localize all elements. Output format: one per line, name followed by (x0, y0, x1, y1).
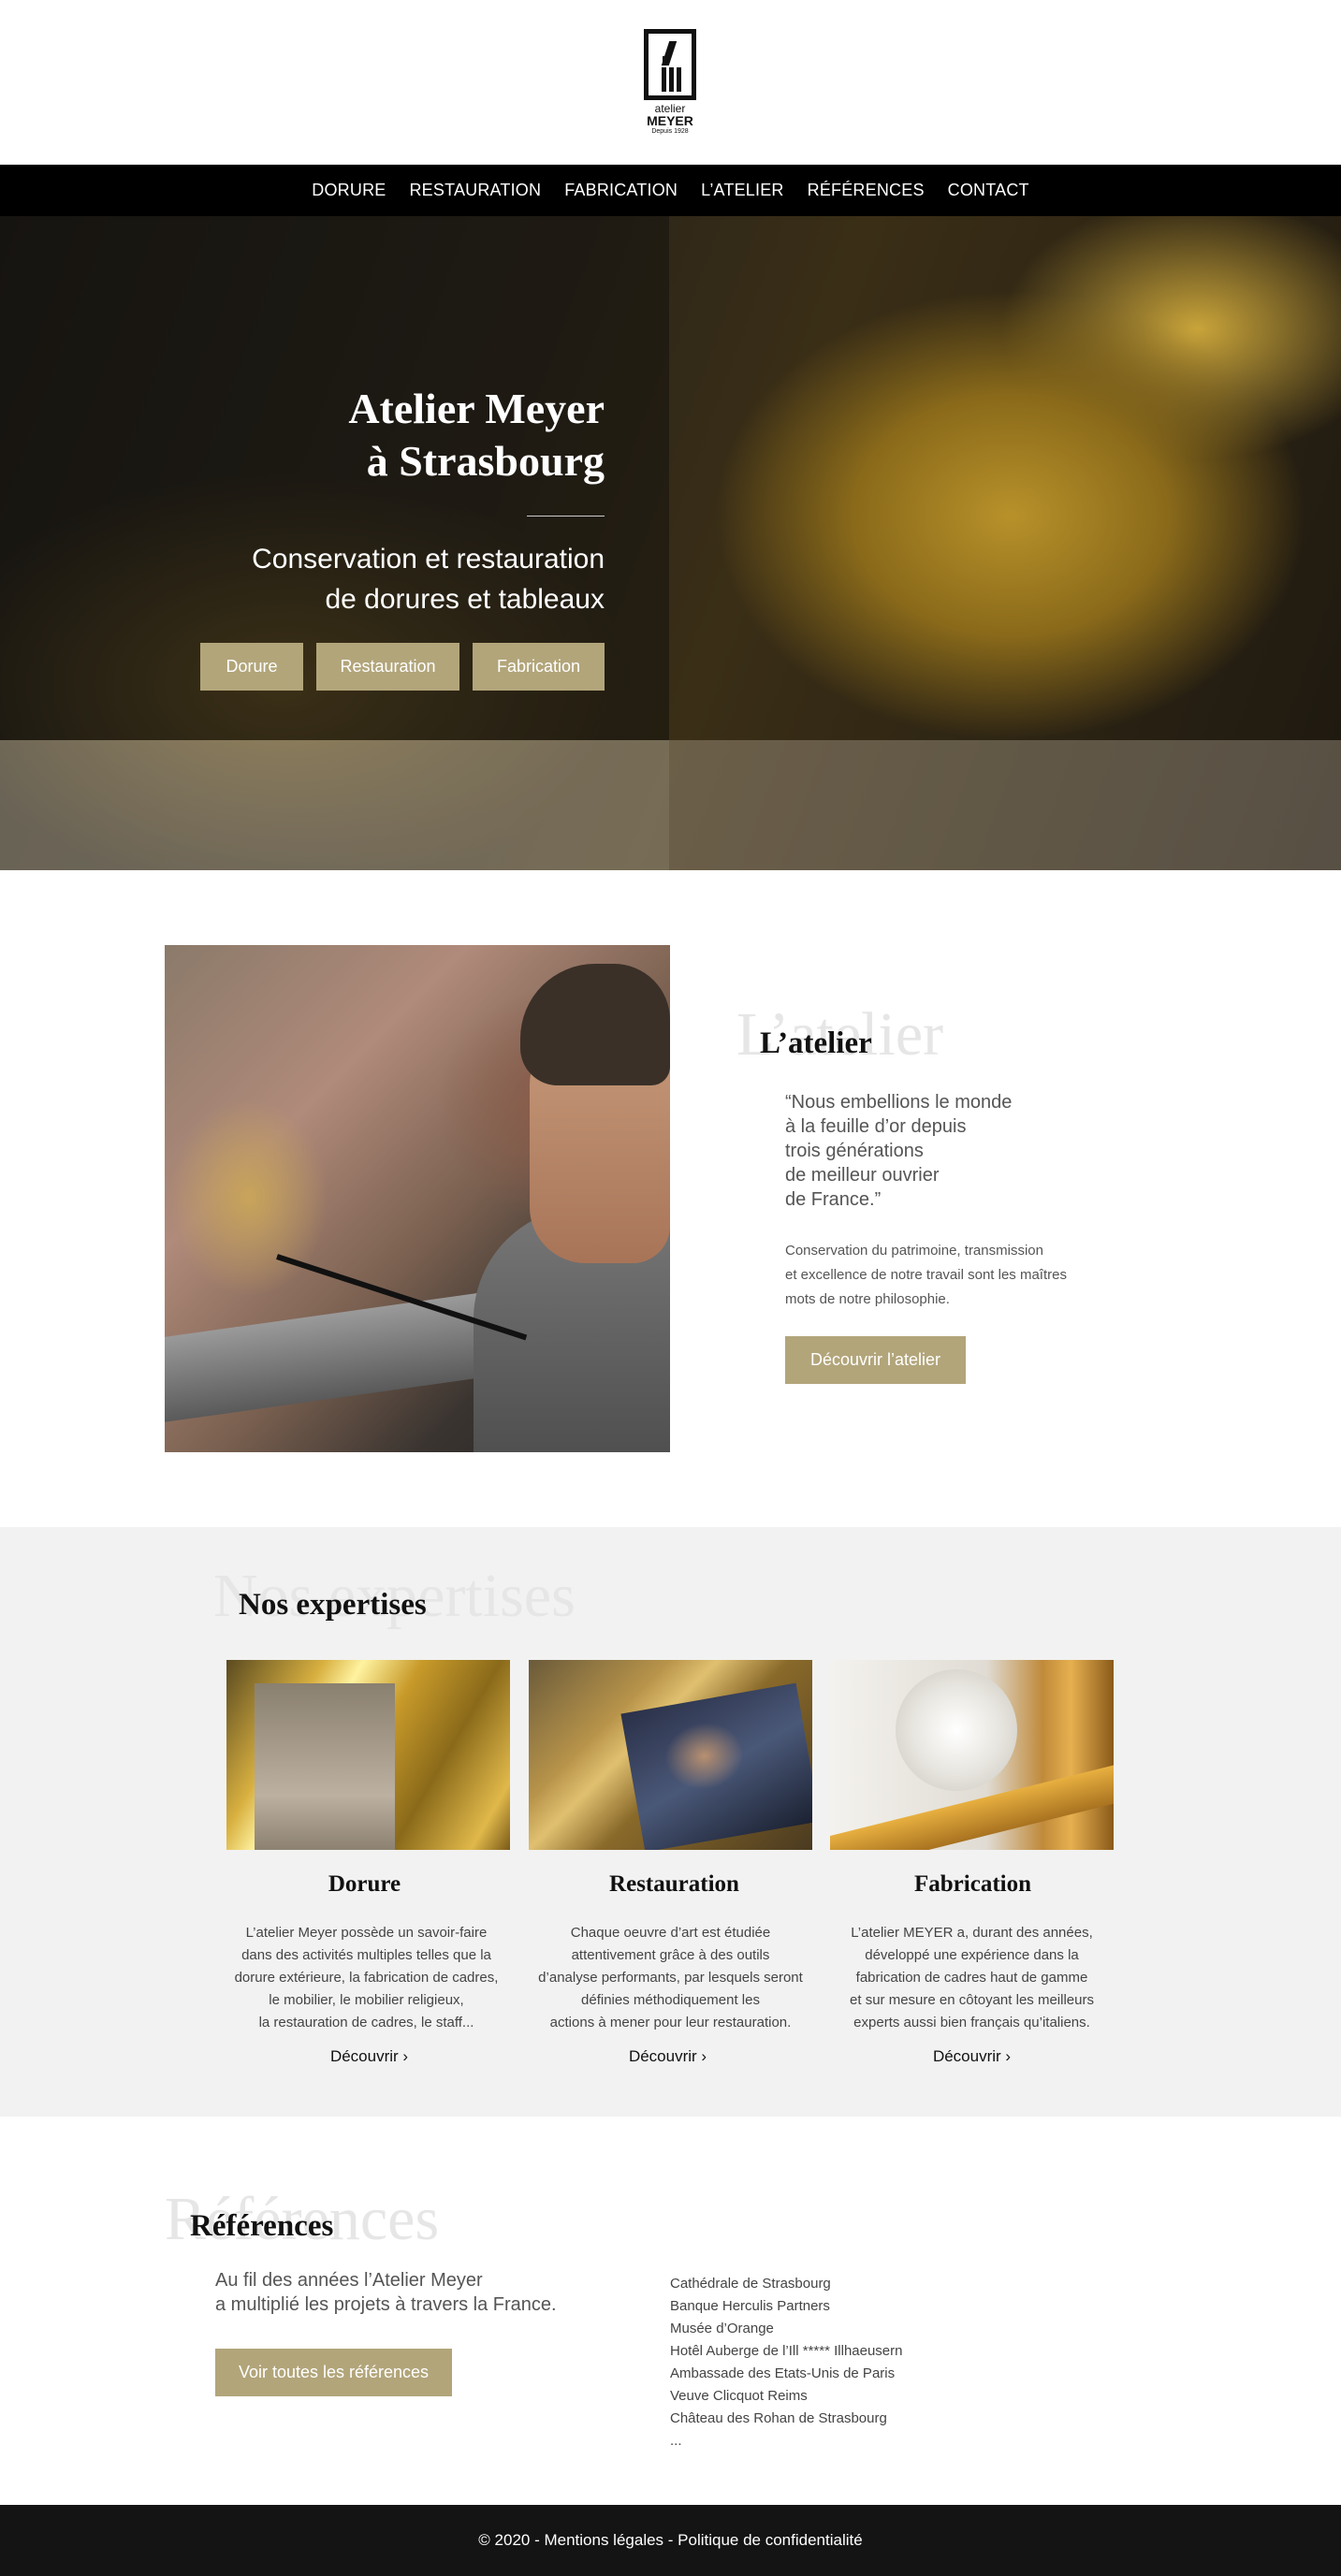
reference-item: Cathédrale de Strasbourg (670, 2276, 831, 2292)
atelier-description: Conservation du patrimoine, transmission… (785, 1239, 1122, 1312)
desc-line: mots de notre philosophie. (785, 1291, 950, 1307)
reference-item: ... (670, 2433, 682, 2449)
hero-banner: Atelier Meyer à Strasbourg Conservation … (0, 216, 1341, 870)
card-text-line: le mobilier, le mobilier religieux, (269, 1992, 464, 2008)
hero-title-line2: à Strasbourg (366, 437, 605, 485)
fabrication-discover-link[interactable]: Découvrir › (830, 2047, 1114, 2066)
card-text-line: attentivement grâce à des outils (571, 1947, 770, 1963)
restauration-image-painting (620, 1682, 812, 1850)
hero-dorure-button[interactable]: Dorure (200, 643, 303, 691)
references-intro: Au fil des années l’Atelier Meyer a mult… (215, 2268, 557, 2317)
intro-line: a multiplié les projets à travers la Fra… (215, 2294, 557, 2315)
card-text-line: Chaque oeuvre d’art est étudiée (570, 1925, 771, 1941)
hero-title-line1: Atelier Meyer (348, 385, 605, 432)
logo-mark-icon (644, 29, 696, 100)
desc-line: Conservation du patrimoine, transmission (785, 1243, 1043, 1259)
quote-line: à la feuille d’or depuis (785, 1116, 967, 1137)
footer-text[interactable]: © 2020 - Mentions légales - Politique de… (478, 2531, 862, 2550)
card-text-line: dans des activités multiples telles que … (241, 1947, 491, 1963)
card-text-line: développé une expérience dans la (865, 1947, 1079, 1963)
fabrication-card-title: Fabrication (914, 1871, 1031, 1897)
reference-item: Veuve Clicquot Reims (670, 2388, 808, 2404)
site-header: atelier MEYER Depuis 1928 (0, 0, 1341, 165)
hero-subtitle-line1: Conservation et restauration (252, 544, 605, 575)
discover-atelier-button[interactable]: Découvrir l’atelier (785, 1336, 966, 1384)
reference-item: Château des Rohan de Strasbourg (670, 2410, 887, 2426)
card-text-line: la restauration de cadres, le staff... (258, 2015, 474, 2030)
card-text-line: L’atelier MEYER a, durant des années, (851, 1925, 1093, 1941)
reference-item: Banque Herculis Partners (670, 2298, 830, 2314)
references-list: Cathédrale de Strasbourg Banque Herculis… (670, 2273, 903, 2452)
dorure-card-text: L’atelier Meyer possède un savoir-faire … (225, 1922, 508, 2034)
logo-text-since: Depuis 1928 (651, 128, 689, 135)
dorure-card-title: Dorure (328, 1871, 401, 1897)
restauration-image[interactable] (529, 1660, 812, 1850)
nav-item-restauration[interactable]: RESTAURATION (409, 181, 541, 200)
card-text-line: L’atelier Meyer possède un savoir-faire (245, 1925, 488, 1941)
fabrication-card-text: L’atelier MEYER a, durant des années, dé… (830, 1922, 1114, 2034)
quote-line: trois générations (785, 1141, 924, 1161)
desc-line: et excellence de notre travail sont les … (785, 1267, 1067, 1283)
intro-line: Au fil des années l’Atelier Meyer (215, 2270, 483, 2291)
logo[interactable]: atelier MEYER Depuis 1928 (643, 29, 697, 143)
atelier-title: L’atelier (760, 1026, 872, 1060)
restauration-discover-link[interactable]: Découvrir › (526, 2047, 809, 2066)
card-text-line: d’analyse performants, par lesquels sero… (538, 1970, 803, 1986)
card-text-line: dorure extérieure, la fabrication de cad… (234, 1970, 499, 1986)
reference-item: Hotêl Auberge de l’Ill ***** Illhaeusern (670, 2343, 903, 2359)
restauration-card-title: Restauration (609, 1871, 739, 1897)
nav-item-dorure[interactable]: DORURE (312, 181, 386, 200)
hero-restauration-button[interactable]: Restauration (316, 643, 459, 691)
reference-item: Ambassade des Etats-Unis de Paris (670, 2365, 896, 2381)
restauration-card-text: Chaque oeuvre d’art est étudiée attentiv… (529, 1922, 812, 2034)
card-text-line: et sur mesure en côtoyant les meilleurs (850, 1992, 1094, 2008)
hero-fabrication-button[interactable]: Fabrication (473, 643, 605, 691)
dorure-image[interactable] (226, 1660, 510, 1850)
expertises-title: Nos expertises (239, 1588, 427, 1622)
nav-item-fabrication[interactable]: FABRICATION (564, 181, 678, 200)
card-text-line: experts aussi bien français qu’italiens. (853, 2015, 1090, 2030)
dorure-discover-link[interactable]: Découvrir › (227, 2047, 511, 2066)
view-all-references-button[interactable]: Voir toutes les références (215, 2349, 452, 2396)
card-text-line: fabrication de cadres haut de gamme (855, 1970, 1088, 1986)
hero-divider (527, 516, 605, 517)
site-footer: © 2020 - Mentions légales - Politique de… (0, 2505, 1341, 2576)
quote-line: de meilleur ouvrier (785, 1165, 940, 1186)
card-text-line: actions à mener pour leur restauration. (549, 2015, 792, 2030)
main-nav: DORURE RESTAURATION FABRICATION L’ATELIE… (0, 165, 1341, 216)
nav-item-atelier[interactable]: L’ATELIER (701, 181, 784, 200)
nav-item-contact[interactable]: CONTACT (948, 181, 1029, 200)
quote-line: “Nous embellions le monde (785, 1092, 1013, 1113)
card-text-line: définies méthodiquement les (581, 1992, 760, 2008)
quote-line: de France.” (785, 1189, 882, 1210)
nav-item-references[interactable]: RÉFÉRENCES (808, 181, 925, 200)
references-title: Références (190, 2209, 334, 2243)
hero-subtitle-line2: de dorures et tableaux (325, 584, 605, 615)
fabrication-image-ornament (896, 1669, 1017, 1791)
reference-item: Musée d’Orange (670, 2321, 774, 2336)
atelier-quote: “Nous embellions le monde à la feuille d… (785, 1090, 1122, 1212)
atelier-photo (165, 945, 670, 1452)
hero-bottom-band-left (0, 740, 669, 870)
hero-title: Atelier Meyer à Strasbourg (137, 383, 605, 488)
dorure-image-mirror (255, 1683, 395, 1850)
hero-subtitle: Conservation et restauration de dorures … (43, 539, 605, 619)
fabrication-image[interactable] (830, 1660, 1114, 1850)
logo-text-meyer: MEYER (647, 113, 693, 128)
photo-hair-shape (520, 964, 670, 1085)
